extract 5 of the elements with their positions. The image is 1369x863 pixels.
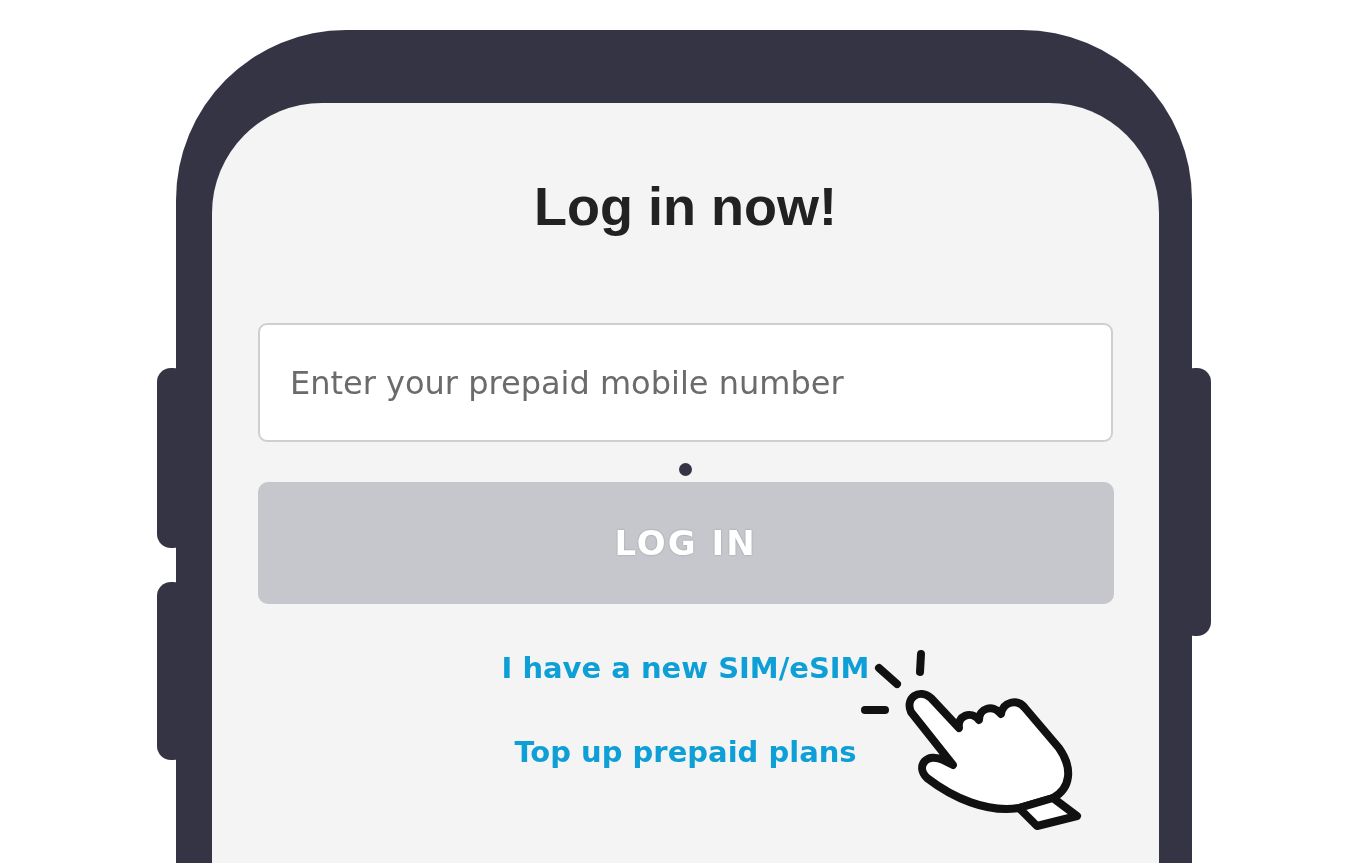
mobile-number-field[interactable]: Enter your prepaid mobile number xyxy=(258,323,1113,442)
link[interactable]: Top up prepaid plans xyxy=(514,732,857,772)
page-title: Log in now! xyxy=(534,175,837,238)
link[interactable]: I have a new SIM/eSIM xyxy=(501,648,870,688)
dot-icon xyxy=(679,463,692,476)
